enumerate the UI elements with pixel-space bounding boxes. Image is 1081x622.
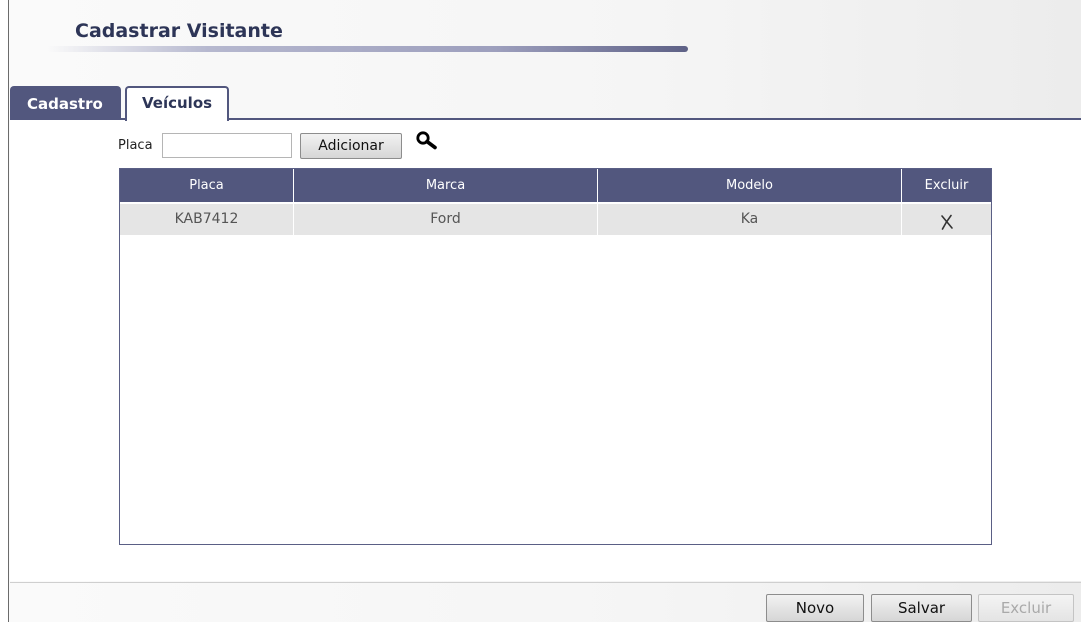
cell-marca: Ford: [294, 204, 598, 235]
title-underline: [48, 46, 688, 52]
save-button[interactable]: Salvar: [871, 594, 972, 622]
placa-input[interactable]: [162, 133, 292, 158]
column-header-placa[interactable]: Placa: [120, 169, 294, 202]
x-delete-icon[interactable]: [939, 211, 955, 230]
cell-excluir: [902, 204, 991, 235]
add-button[interactable]: Adicionar: [300, 133, 402, 159]
column-header-modelo[interactable]: Modelo: [598, 169, 902, 202]
footer-divider: [10, 582, 1081, 583]
cell-modelo: Ka: [598, 204, 902, 235]
placa-label: Placa: [118, 138, 153, 153]
search-icon[interactable]: [415, 130, 441, 152]
cell-placa: KAB7412: [120, 204, 294, 235]
new-button[interactable]: Novo: [766, 594, 864, 622]
delete-button: Excluir: [978, 594, 1074, 622]
table-header: Placa Marca Modelo Excluir: [120, 169, 991, 202]
page-title: Cadastrar Visitante: [75, 20, 283, 42]
column-header-excluir[interactable]: Excluir: [902, 169, 991, 202]
tab-cadastro[interactable]: Cadastro: [10, 86, 121, 119]
column-header-marca[interactable]: Marca: [294, 169, 598, 202]
tab-veiculos[interactable]: Veículos: [125, 86, 229, 121]
table-row[interactable]: KAB7412 Ford Ka: [120, 204, 991, 235]
vehicles-table: Placa Marca Modelo Excluir KAB7412 Ford …: [119, 168, 992, 545]
